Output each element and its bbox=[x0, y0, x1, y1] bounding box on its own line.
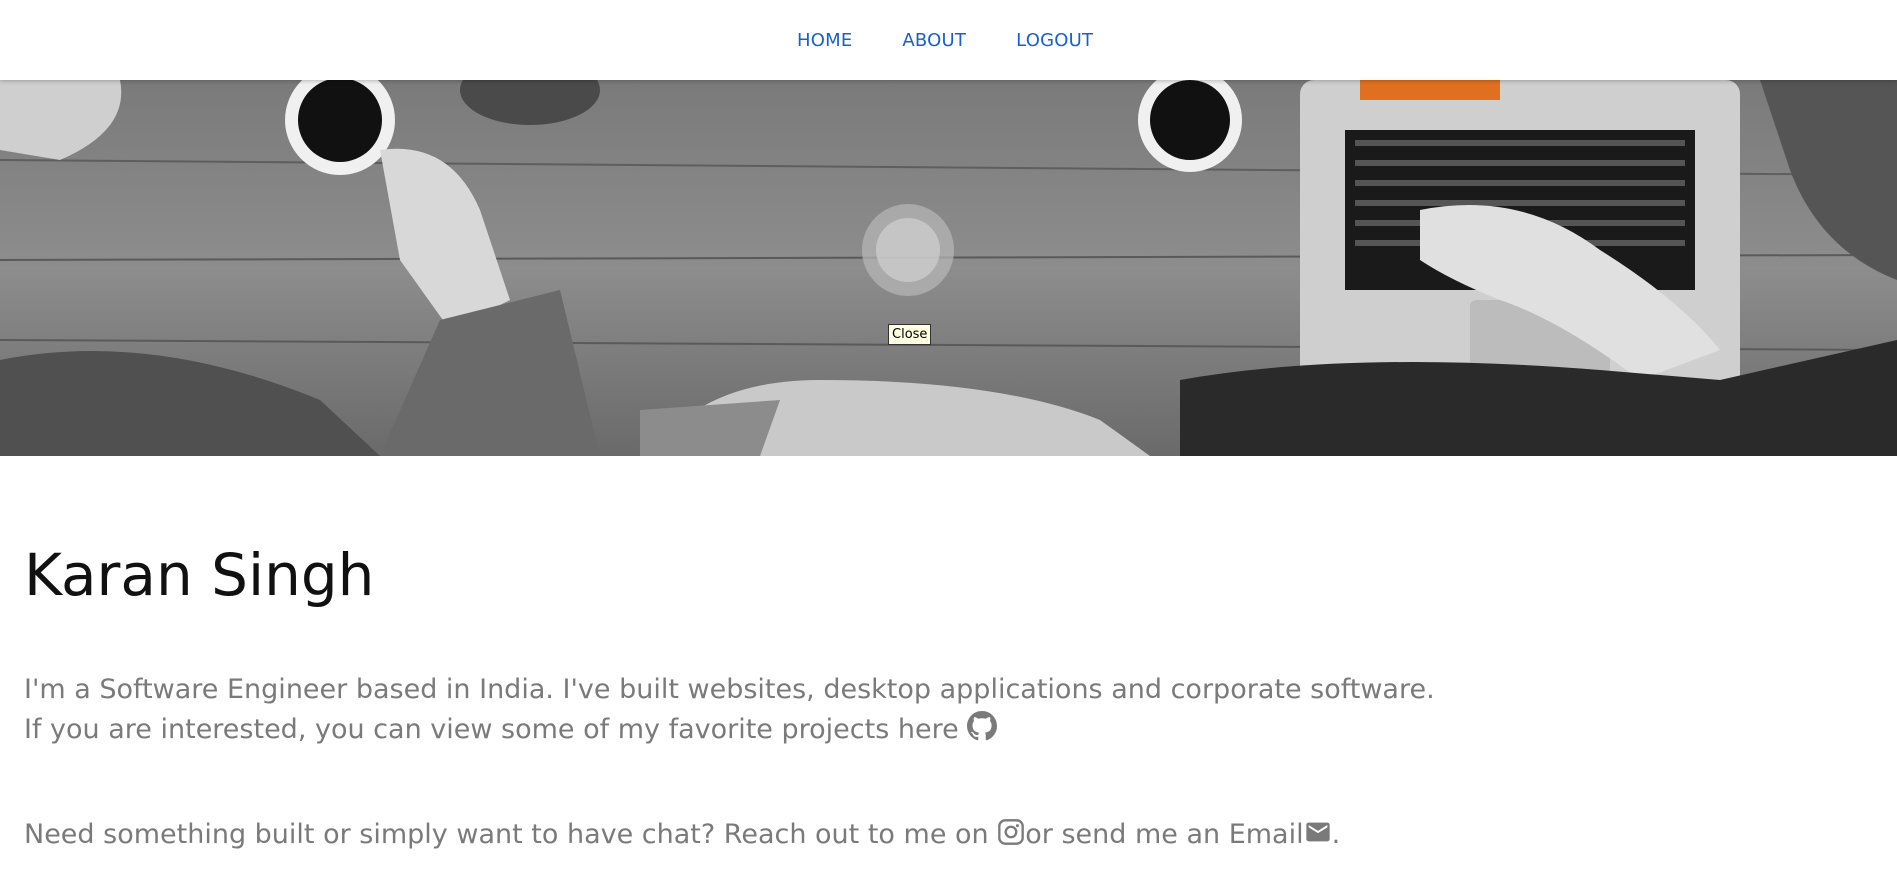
nav-home-link[interactable]: HOME bbox=[797, 30, 852, 51]
close-tooltip: Close bbox=[888, 324, 932, 345]
contact-paragraph: Need something built or simply want to h… bbox=[24, 815, 1864, 858]
instagram-icon[interactable] bbox=[997, 818, 1025, 858]
github-icon[interactable] bbox=[967, 711, 998, 753]
contact-text-1: Need something built or simply want to h… bbox=[24, 819, 998, 850]
contact-text-2: or send me an Email bbox=[1025, 819, 1304, 850]
main-content: Karan Singh I'm a Software Engineer base… bbox=[24, 540, 1864, 858]
email-icon[interactable] bbox=[1304, 818, 1332, 858]
hero-desk-illustration bbox=[0, 80, 1897, 456]
nav-about-link[interactable]: ABOUT bbox=[902, 30, 966, 51]
contact-end: . bbox=[1331, 819, 1341, 850]
nav-links: HOME ABOUT LOGOUT bbox=[797, 30, 1093, 51]
intro-line-2: If you are interested, you can view some… bbox=[24, 714, 959, 745]
navbar: HOME ABOUT LOGOUT bbox=[0, 0, 1897, 80]
profile-name: Karan Singh bbox=[24, 541, 375, 609]
nav-logout-link[interactable]: LOGOUT bbox=[1016, 30, 1093, 51]
intro-line-1: I'm a Software Engineer based in India. … bbox=[24, 674, 1435, 705]
hero-banner-image bbox=[0, 80, 1897, 456]
intro-paragraph: I'm a Software Engineer based in India. … bbox=[24, 670, 1864, 753]
